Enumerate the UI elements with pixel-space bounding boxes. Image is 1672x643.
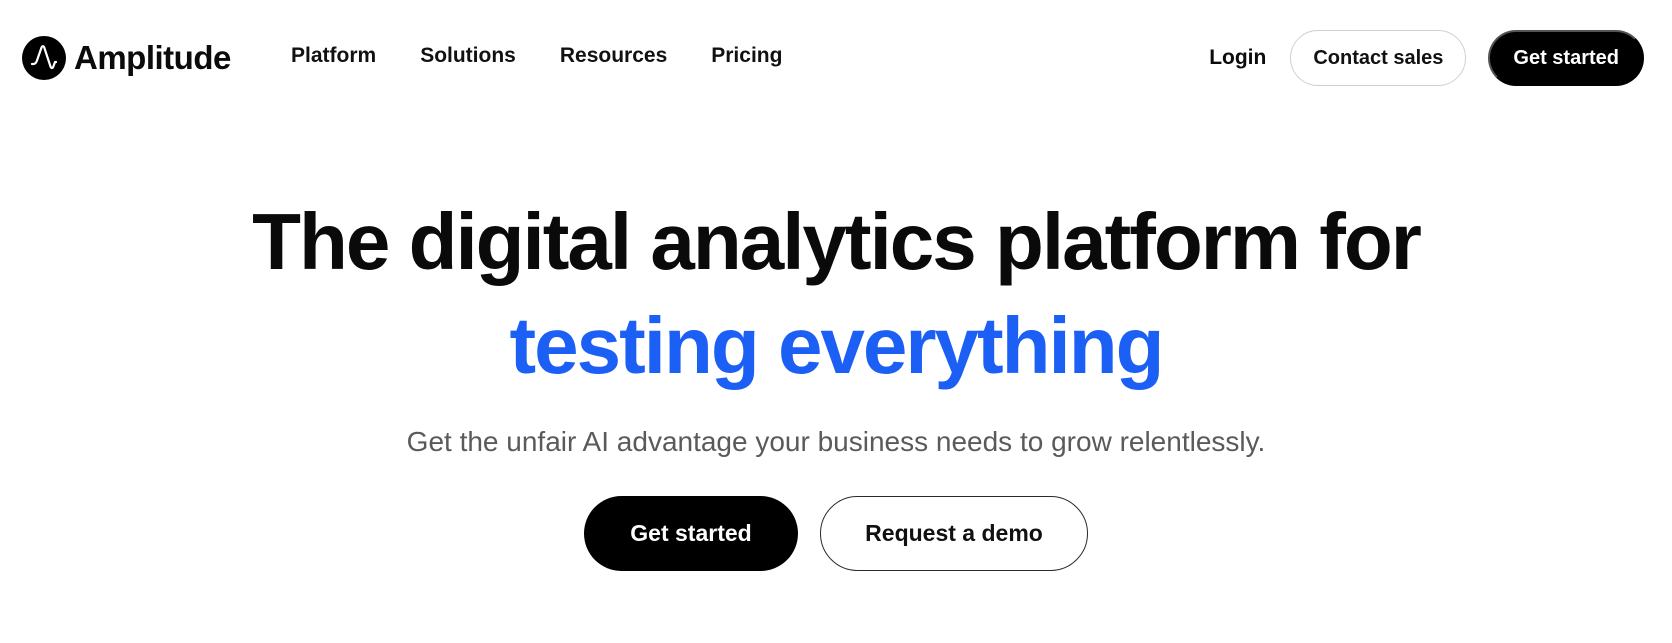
hero-get-started-button[interactable]: Get started	[584, 496, 798, 571]
hero-headline: The digital analytics platform for testi…	[0, 190, 1672, 398]
nav-link-solutions[interactable]: Solutions	[420, 44, 516, 68]
page: Amplitude Platform Solutions Resources P…	[0, 0, 1672, 643]
hero-headline-accent: testing everything	[509, 301, 1164, 390]
login-link[interactable]: Login	[1209, 46, 1266, 70]
hero-headline-line1: The digital analytics platform for	[252, 197, 1422, 286]
brand-home-link[interactable]: Amplitude	[22, 36, 231, 80]
top-navigation: Amplitude Platform Solutions Resources P…	[0, 0, 1672, 118]
request-demo-button[interactable]: Request a demo	[820, 496, 1088, 571]
primary-nav: Platform Solutions Resources Pricing	[291, 44, 782, 68]
hero-cta-row: Get started Request a demo	[0, 496, 1672, 571]
hero-subhead: Get the unfair AI advantage your busines…	[406, 426, 1266, 457]
amplitude-logo-icon	[22, 36, 66, 80]
nav-actions: Login Contact sales Get started	[1209, 30, 1644, 86]
contact-sales-button[interactable]: Contact sales	[1290, 30, 1467, 86]
nav-link-platform[interactable]: Platform	[291, 44, 376, 68]
hero-section: The digital analytics platform for testi…	[0, 190, 1672, 571]
nav-get-started-button[interactable]: Get started	[1488, 30, 1644, 86]
nav-link-resources[interactable]: Resources	[560, 44, 667, 68]
nav-link-pricing[interactable]: Pricing	[711, 44, 782, 68]
brand-name: Amplitude	[74, 39, 231, 76]
